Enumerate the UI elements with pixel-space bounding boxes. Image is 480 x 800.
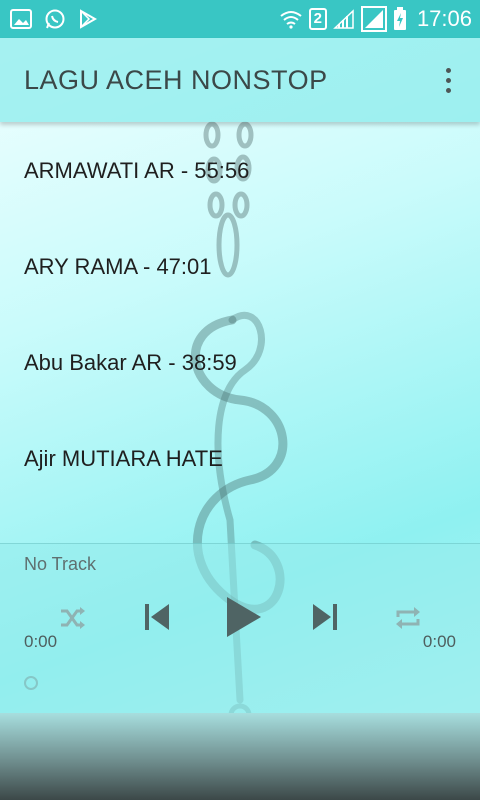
list-item[interactable]: ARY RAMA - 47:01 <box>0 219 480 315</box>
player-panel: No Track 0:00 0:00 <box>0 543 480 714</box>
bottom-background <box>0 713 480 800</box>
signal-icon <box>333 9 355 29</box>
app-toolbar: LAGU ACEH NONSTOP <box>0 38 480 122</box>
next-icon[interactable] <box>304 596 346 638</box>
app-screen: 2 17:06 LAGU ACEH NONSTOP ARMAWATI AR - … <box>0 0 480 800</box>
seek-bar-knob[interactable] <box>24 676 38 690</box>
song-label: ARY RAMA - 47:01 <box>24 254 212 279</box>
list-item[interactable]: ARMAWATI AR - 55:56 <box>0 123 480 219</box>
whatsapp-icon <box>44 8 66 30</box>
song-label: ARMAWATI AR - 55:56 <box>24 158 250 183</box>
gallery-icon <box>10 9 32 29</box>
signal-full-icon <box>360 6 387 32</box>
song-list: ARMAWATI AR - 55:56 ARY RAMA - 47:01 Abu… <box>0 123 480 507</box>
wifi-icon <box>279 9 303 29</box>
total-duration: 0:00 <box>422 632 456 651</box>
elapsed-time: 0:00 <box>24 632 58 651</box>
shuffle-icon[interactable] <box>54 600 90 636</box>
battery-charging-icon <box>393 7 407 31</box>
list-item[interactable]: Ajir MUTIARA HATE <box>0 411 480 507</box>
sim-badge: 2 <box>308 8 327 30</box>
song-label: Ajir MUTIARA HATE <box>24 446 223 471</box>
track-name: No Track <box>24 554 97 574</box>
more-vert-icon[interactable] <box>438 60 458 100</box>
list-item[interactable]: Abu Bakar AR - 38:59 <box>0 315 480 411</box>
play-icon[interactable] <box>218 592 268 642</box>
previous-icon[interactable] <box>136 596 178 638</box>
repeat-icon[interactable] <box>390 600 426 636</box>
status-time: 17:06 <box>416 6 472 31</box>
song-label: Abu Bakar AR - 38:59 <box>24 350 237 375</box>
play-store-icon <box>78 9 98 29</box>
status-bar: 2 17:06 <box>0 0 480 38</box>
app-title: LAGU ACEH NONSTOP <box>24 64 328 95</box>
